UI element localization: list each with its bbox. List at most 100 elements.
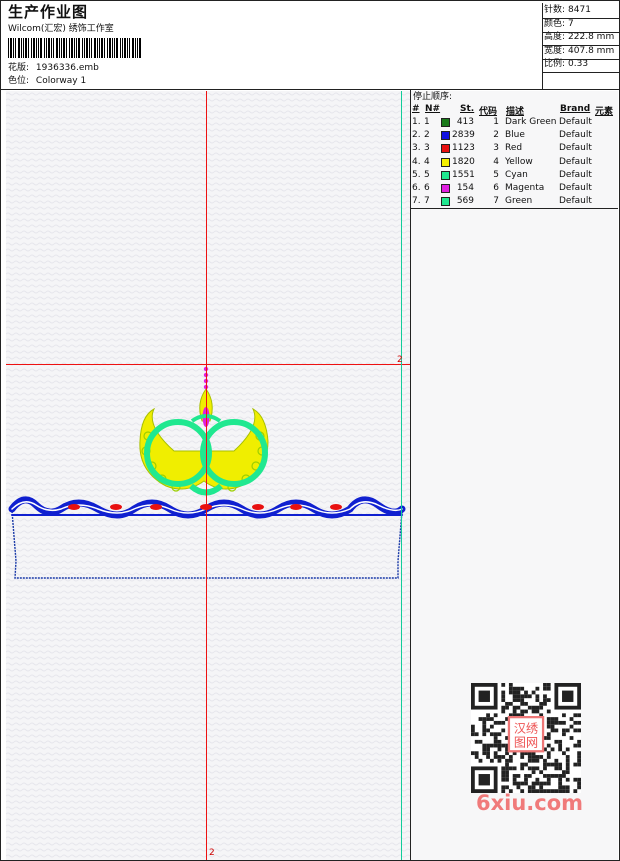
- embroidery-drawing: [6, 91, 410, 860]
- info-label: 针数:: [544, 5, 566, 15]
- row-brand: Default: [559, 183, 592, 193]
- site-watermark: 6xiu.com: [476, 791, 584, 815]
- colorway-label: 色位:: [8, 76, 30, 86]
- row-brand: Default: [559, 196, 592, 207]
- row-description: Green: [505, 196, 533, 207]
- qr-stamp-top: 汉绣: [514, 721, 538, 735]
- info-row: 针数: 8471: [544, 5, 591, 16]
- horizontal-center-guide: [6, 364, 410, 365]
- table-row: 6. 6 154 6 Magenta Default: [412, 182, 617, 195]
- col-header-stitches: St.: [460, 104, 475, 114]
- design-preview: 2 2: [6, 91, 410, 860]
- color-swatch: [441, 131, 450, 141]
- color-swatch: [441, 197, 450, 207]
- row-stitches: 154: [456, 183, 474, 193]
- row-stitches: 1123: [452, 143, 475, 154]
- row-brand: Default: [559, 156, 592, 167]
- row-code: 7: [493, 196, 499, 207]
- row-index: 4.: [412, 156, 421, 167]
- table-row: 3. 3 1123 3 Red Default: [412, 142, 617, 155]
- row-code: 4: [493, 156, 499, 167]
- page-title: 生产作业图: [8, 3, 89, 21]
- axis-mark-bottom: 2: [209, 848, 215, 858]
- row-stitches: 2839: [452, 130, 475, 141]
- col-header-brand: Brand: [560, 104, 591, 114]
- info-value: 0.33: [568, 59, 589, 69]
- color-swatch: [441, 118, 450, 127]
- row-description: Magenta: [505, 183, 545, 193]
- row-stitches: 1551: [452, 169, 475, 180]
- info-row-rule: [542, 45, 619, 46]
- colorway-row: 色位: Colorway 1: [8, 76, 86, 87]
- row-index: 6.: [412, 183, 421, 193]
- row-index: 3.: [412, 143, 421, 154]
- row-index: 7.: [412, 196, 421, 207]
- row-brand: Default: [559, 169, 592, 180]
- info-row: 比例: 0.33: [544, 59, 588, 70]
- row-code: 3: [493, 143, 499, 154]
- studio-subtitle: Wilcom(汇宏) 绣饰工作室: [8, 24, 114, 34]
- row-index: 2.: [412, 130, 421, 141]
- info-row-rule: [542, 58, 619, 60]
- barcode-image: [8, 38, 141, 58]
- axis-mark-right: 2: [397, 355, 403, 365]
- row-needle: 7: [424, 196, 430, 207]
- info-row-rule: [542, 72, 619, 73]
- row-code: 6: [493, 183, 499, 193]
- row-needle: 3: [424, 143, 430, 154]
- table-row: 1. 1 413 1 Dark Green Default: [412, 116, 617, 129]
- row-brand: Default: [559, 143, 592, 154]
- production-sheet: 生产作业图 Wilcom(汇宏) 绣饰工作室 花版: 1936336.emb 色…: [0, 0, 620, 861]
- design-label: 花版:: [8, 63, 30, 73]
- colorway-value: Colorway 1: [35, 76, 87, 86]
- stop-sequence-label: 停止顺序:: [413, 92, 453, 102]
- row-code: 1: [493, 117, 499, 127]
- table-row: 7. 7 569 7 Green Default: [412, 195, 617, 208]
- color-swatch: [441, 170, 450, 180]
- design-value: 1936336.emb: [35, 63, 99, 73]
- row-description: Cyan: [505, 169, 528, 180]
- info-label: 宽度:: [544, 45, 566, 56]
- info-value: 8471: [568, 5, 591, 15]
- row-description: Dark Green: [505, 117, 557, 127]
- info-value: 7: [568, 18, 574, 29]
- col-header-index: #: [412, 104, 420, 114]
- row-brand: Default: [559, 117, 592, 127]
- vertical-center-guide: [206, 91, 207, 860]
- row-code: 5: [493, 169, 499, 180]
- info-label: 高度:: [544, 32, 566, 42]
- row-description: Yellow: [505, 156, 533, 167]
- info-row-rule: [542, 18, 619, 19]
- table-row: 2. 2 2839 2 Blue Default: [412, 129, 617, 142]
- info-divider: [542, 3, 543, 89]
- info-label: 颜色:: [544, 18, 566, 29]
- row-needle: 4: [424, 156, 430, 167]
- qr-code-image: 汉绣 图网: [471, 683, 581, 793]
- color-swatch: [441, 144, 450, 154]
- color-swatch: [441, 157, 450, 167]
- row-index: 5.: [412, 169, 421, 180]
- row-index: 1.: [412, 117, 421, 127]
- row-stitches: 569: [456, 196, 474, 207]
- info-value: 222.8 mm: [568, 32, 615, 42]
- header-rule: [1, 89, 619, 90]
- design-file-row: 花版: 1936336.emb: [8, 63, 99, 74]
- info-row: 高度: 222.8 mm: [544, 32, 614, 43]
- col-header-needle: N#: [425, 104, 441, 114]
- row-brand: Default: [559, 130, 592, 141]
- row-needle: 6: [424, 183, 430, 193]
- qr-stamp-bottom: 图网: [514, 736, 538, 750]
- row-code: 2: [493, 130, 499, 141]
- info-row-rule: [542, 31, 619, 33]
- table-bottom-rule: [411, 208, 618, 209]
- row-stitches: 413: [456, 117, 474, 127]
- hoop-edge-guide: [401, 91, 402, 860]
- row-description: Blue: [505, 130, 525, 141]
- color-swatch: [441, 184, 450, 193]
- info-value: 407.8 mm: [568, 45, 615, 56]
- info-row: 宽度: 407.8 mm: [544, 46, 614, 57]
- table-row: 4. 4 1820 4 Yellow Default: [412, 156, 617, 169]
- row-description: Red: [505, 143, 523, 154]
- row-stitches: 1820: [452, 156, 475, 167]
- row-needle: 2: [424, 130, 430, 141]
